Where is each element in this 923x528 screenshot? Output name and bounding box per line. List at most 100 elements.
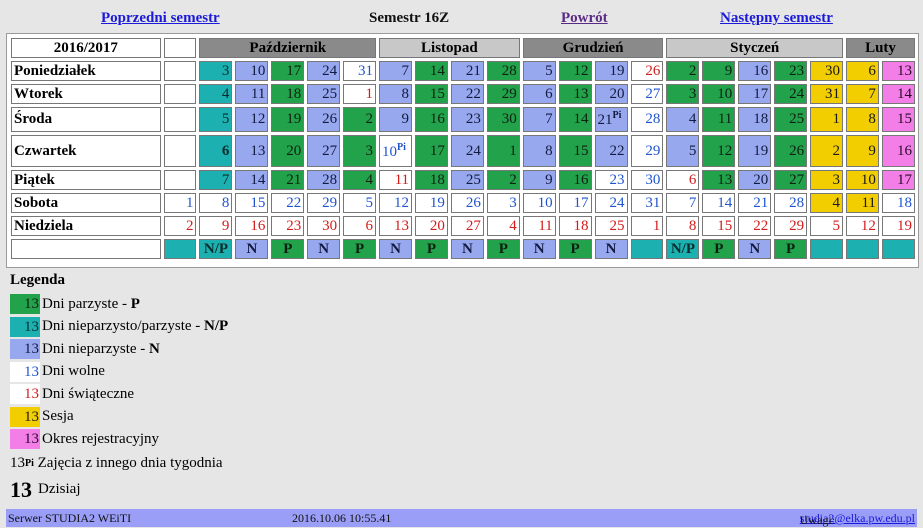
- calendar-day-cell: 1: [486, 135, 520, 167]
- calendar-day-cell: 8: [846, 107, 879, 132]
- calendar-day-cell: 15: [558, 135, 592, 167]
- next-semester-link[interactable]: Następny semestr: [720, 10, 833, 27]
- calendar-day-cell: 5: [522, 61, 556, 81]
- month-december: Grudzień: [522, 38, 664, 58]
- legend-code: N/P: [204, 318, 229, 335]
- week-type-row: N/P N P N P N P N P N P N N/P P N P: [11, 239, 915, 259]
- calendar-day-cell: 20: [271, 135, 305, 167]
- week-type-cell: P: [774, 239, 808, 259]
- legend-label: Dni parzyste -: [42, 295, 127, 312]
- day-label-monday: Poniedziałek: [11, 61, 161, 81]
- calendar-day-cell: 28: [486, 61, 520, 81]
- day-label-wednesday: Środa: [11, 107, 161, 132]
- calendar-day-cell: 12: [702, 135, 736, 167]
- calendar-day-cell: 17: [881, 170, 915, 190]
- calendar-day-cell: 13: [881, 61, 915, 81]
- calendar-day-cell: 7: [846, 84, 879, 104]
- remarks-label: Uwagi:: [799, 513, 836, 527]
- calendar-day-cell: 5: [199, 107, 233, 132]
- calendar-day-cell: 17: [738, 84, 772, 104]
- calendar-day-cell: 3: [486, 193, 520, 213]
- calendar-day-cell: 15: [702, 216, 736, 236]
- calendar-day-cell: 30: [810, 61, 843, 81]
- week-row-friday: Piątek 7 14 21 28 4 11 18 25 2 9 16 23 30 6 13 20 27 3 10 17: [11, 170, 915, 190]
- calendar-day-cell: 7: [666, 193, 700, 213]
- calendar-day-cell: 24: [450, 135, 484, 167]
- calendar-day-cell: 26: [307, 107, 341, 132]
- calendar-day-cell: 18: [881, 193, 915, 213]
- week-type-cell: P: [415, 239, 448, 259]
- calendar-day-cell: 1: [343, 84, 377, 104]
- top-navigation: Poprzedni semestr Semestr 16Z Powrót Nas…: [0, 8, 923, 30]
- day-label-thursday: Czwartek: [11, 135, 161, 167]
- substitute-marker: Pi: [397, 141, 406, 153]
- calendar-day-cell: 9: [522, 170, 556, 190]
- calendar-day-cell: 18: [415, 170, 448, 190]
- week-type-cell: N: [738, 239, 772, 259]
- calendar-day-cell: 22: [738, 216, 772, 236]
- legend-swatch: 13: [10, 429, 40, 450]
- calendar-day-cell: 26: [774, 135, 808, 167]
- calendar-day-cell: 4: [486, 216, 520, 236]
- calendar-day-cell: 3: [343, 135, 377, 167]
- semester-calendar: 2016/2017 Październik Listopad Grudzień …: [6, 33, 919, 268]
- month-november: Listopad: [379, 38, 520, 58]
- calendar-day-cell: 16: [881, 135, 915, 167]
- calendar-day-cell: [163, 107, 197, 132]
- calendar-day-cell: 28: [774, 193, 808, 213]
- calendar-day-cell: 20: [738, 170, 772, 190]
- calendar-day-cell: 4: [343, 170, 377, 190]
- calendar-day-cell: 8: [522, 135, 556, 167]
- calendar-day-cell: 25: [450, 170, 484, 190]
- week-type-cell: P: [558, 239, 592, 259]
- calendar-table: 2016/2017 Październik Listopad Grudzień …: [8, 35, 918, 262]
- calendar-day-cell: 16: [415, 107, 448, 132]
- back-link[interactable]: Powrót: [561, 10, 608, 27]
- calendar-day-cell: 12: [846, 216, 879, 236]
- calendar-day-cell: 3: [199, 61, 233, 81]
- calendar-day-cell: 13: [702, 170, 736, 190]
- calendar-day-cell: 20: [594, 84, 628, 104]
- page-title: Semestr 16Z: [369, 10, 450, 26]
- legend-odd-even: 13 Dni nieparzysto/parzyste - N/P: [10, 316, 228, 339]
- calendar-day-cell: 14: [881, 84, 915, 104]
- week-row-tuesday: Wtorek 4 11 18 25 1 8 15 22 29 6 13 20 27 3 10 17 24 31 7 14: [11, 84, 915, 104]
- legend-substitute: 13 Pi Zajęcia z innego dnia tygodnia: [10, 451, 228, 476]
- calendar-day-cell: 25: [594, 216, 628, 236]
- calendar-day-cell: 19: [738, 135, 772, 167]
- calendar-day-cell: 18: [558, 216, 592, 236]
- calendar-day-cell: 11: [235, 84, 269, 104]
- legend-swatch: 13: [10, 384, 40, 405]
- calendar-day-cell: 11: [379, 170, 413, 190]
- calendar-day-cell: 15: [415, 84, 448, 104]
- legend-sample: 13: [10, 454, 25, 471]
- previous-semester-link[interactable]: Poprzedni semestr: [101, 10, 220, 27]
- calendar-day-cell: 7: [379, 61, 413, 81]
- calendar-day-cell: 13: [379, 216, 413, 236]
- calendar-day-cell: 1: [163, 193, 197, 213]
- calendar-day-cell: 25: [774, 107, 808, 132]
- calendar-day-cell: 17: [271, 61, 305, 81]
- calendar-day-cell: 29: [486, 84, 520, 104]
- week-type-cell: N/P: [199, 239, 233, 259]
- legend-even: 13 Dni parzyste - P: [10, 293, 228, 316]
- week-type-cell: P: [486, 239, 520, 259]
- calendar-day-cell: 16: [738, 61, 772, 81]
- week-type-cell: N: [522, 239, 556, 259]
- server-name: Serwer STUDIA2 WEiTI: [8, 511, 132, 525]
- month-header-row: 2016/2017 Październik Listopad Grudzień …: [11, 38, 915, 58]
- legend-code: N: [149, 340, 160, 357]
- calendar-day-cell: 21: [271, 170, 305, 190]
- calendar-day-cell: 14: [702, 193, 736, 213]
- substitute-marker: Pi: [612, 110, 622, 121]
- calendar-day-cell: 24: [594, 193, 628, 213]
- legend-odd: 13 Dni nieparzyste - N: [10, 338, 228, 361]
- calendar-day-cell: 11: [702, 107, 736, 132]
- calendar-day-cell: 8: [199, 193, 233, 213]
- legend-swatch: 13: [10, 361, 40, 382]
- legend-sup: Pi: [25, 457, 34, 469]
- week-type-cell: P: [271, 239, 305, 259]
- calendar-day-cell: 4: [666, 107, 700, 132]
- calendar-day-cell: 18: [271, 84, 305, 104]
- week-type-label: [11, 239, 161, 259]
